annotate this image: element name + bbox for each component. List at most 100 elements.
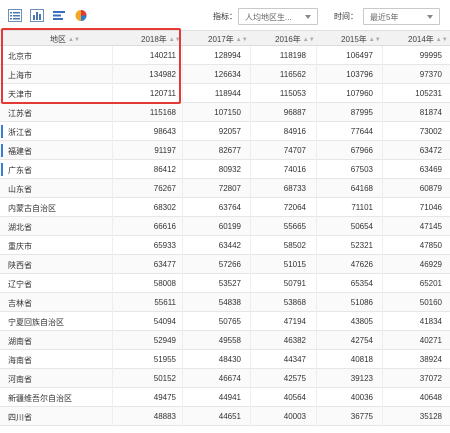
table-row[interactable]: 山东省 76267 72807 68733 64168 60879 bbox=[0, 179, 450, 198]
column-header-2017[interactable]: 2017年 ▲▼ bbox=[208, 34, 248, 45]
column-divider bbox=[182, 255, 183, 274]
column-divider bbox=[250, 65, 251, 84]
value-cell: 38924 bbox=[419, 355, 442, 364]
column-divider bbox=[112, 217, 113, 236]
table-row[interactable]: 海南省 51955 48430 44347 40818 38924 bbox=[0, 350, 450, 369]
chevron-down-icon bbox=[427, 15, 433, 19]
table-row[interactable]: 四川省 48883 44651 40003 36775 35128 bbox=[0, 407, 450, 426]
table-row[interactable]: 辽宁省 58008 53527 50791 65354 65201 bbox=[0, 274, 450, 293]
table-row[interactable]: 湖北省 66616 60199 55665 50654 47145 bbox=[0, 217, 450, 236]
column-divider bbox=[182, 160, 183, 179]
column-header-2014[interactable]: 2014年 ▲▼ bbox=[408, 34, 448, 45]
horizontal-bar-icon[interactable] bbox=[52, 9, 66, 22]
table-row[interactable]: 江苏省 115168 107150 96887 87995 81874 bbox=[0, 103, 450, 122]
column-header-2018[interactable]: 2018年 ▲▼ bbox=[141, 34, 181, 45]
column-divider bbox=[182, 65, 183, 84]
value-cell: 46674 bbox=[218, 374, 241, 383]
column-divider bbox=[316, 350, 317, 369]
time-select[interactable]: 最近5年 bbox=[363, 8, 440, 25]
value-cell: 63472 bbox=[419, 146, 442, 155]
column-divider bbox=[112, 274, 113, 293]
column-divider bbox=[250, 160, 251, 179]
column-divider bbox=[250, 103, 251, 122]
column-divider bbox=[250, 217, 251, 236]
column-divider bbox=[250, 84, 251, 103]
column-header-2015[interactable]: 2015年 ▲▼ bbox=[341, 34, 381, 45]
column-divider bbox=[182, 141, 183, 160]
value-cell: 120711 bbox=[149, 89, 176, 98]
value-cell: 36775 bbox=[350, 412, 373, 421]
table-row[interactable]: 重庆市 65933 63442 58502 52321 47850 bbox=[0, 236, 450, 255]
region-cell: 新疆维吾尔自治区 bbox=[8, 394, 72, 403]
value-cell: 47194 bbox=[283, 317, 306, 326]
value-cell: 72064 bbox=[283, 203, 306, 212]
table-row[interactable]: 上海市 134982 126634 116562 103796 97370 bbox=[0, 65, 450, 84]
table-row[interactable]: 湖南省 52949 49558 46382 42754 40271 bbox=[0, 331, 450, 350]
table-row[interactable]: 北京市 140211 128994 118198 106497 99995 bbox=[0, 46, 450, 65]
value-cell: 77644 bbox=[350, 127, 373, 136]
column-divider bbox=[182, 84, 183, 103]
table-row[interactable]: 福建省 91197 82677 74707 67966 63472 bbox=[0, 141, 450, 160]
value-cell: 50654 bbox=[350, 222, 373, 231]
column-divider bbox=[382, 198, 383, 217]
value-cell: 92057 bbox=[218, 127, 241, 136]
column-divider bbox=[382, 217, 383, 236]
sort-icon: ▲▼ bbox=[235, 37, 248, 43]
value-cell: 60879 bbox=[419, 184, 442, 193]
value-cell: 65354 bbox=[350, 279, 373, 288]
value-cell: 47145 bbox=[419, 222, 442, 231]
table-row[interactable]: 新疆维吾尔自治区 49475 44941 40564 40036 40648 bbox=[0, 388, 450, 407]
column-divider bbox=[182, 236, 183, 255]
value-cell: 40003 bbox=[283, 412, 306, 421]
table-row[interactable]: 浙江省 98643 92057 84916 77644 73002 bbox=[0, 122, 450, 141]
value-cell: 51015 bbox=[283, 260, 306, 269]
region-cell: 海南省 bbox=[8, 356, 32, 365]
column-divider bbox=[250, 274, 251, 293]
pie-chart-icon[interactable] bbox=[74, 9, 88, 22]
column-divider bbox=[112, 122, 113, 141]
value-cell: 134982 bbox=[149, 70, 176, 79]
column-divider bbox=[112, 141, 113, 160]
column-divider bbox=[316, 198, 317, 217]
value-cell: 74707 bbox=[283, 146, 306, 155]
value-cell: 71046 bbox=[419, 203, 442, 212]
sort-icon: ▲▼ bbox=[68, 37, 80, 43]
value-cell: 58502 bbox=[283, 241, 306, 250]
column-divider bbox=[112, 312, 113, 331]
column-divider bbox=[112, 388, 113, 407]
column-divider bbox=[382, 312, 383, 331]
time-label: 时间： bbox=[334, 12, 358, 21]
toolbar: 指标： 人均地区生... 时间： 最近5年 bbox=[0, 0, 450, 30]
indicator-select[interactable]: 人均地区生... bbox=[238, 8, 318, 25]
column-divider bbox=[316, 274, 317, 293]
bar-chart-icon[interactable] bbox=[30, 9, 44, 22]
value-cell: 71101 bbox=[351, 203, 373, 212]
value-cell: 115053 bbox=[279, 89, 306, 98]
value-cell: 47850 bbox=[419, 241, 442, 250]
list-view-icon[interactable] bbox=[8, 9, 22, 22]
value-cell: 41834 bbox=[419, 317, 442, 326]
chevron-down-icon bbox=[305, 15, 311, 19]
table-row[interactable]: 吉林省 55611 54838 53868 51086 50160 bbox=[0, 293, 450, 312]
table-row[interactable]: 天津市 120711 118944 115053 107960 105231 bbox=[0, 84, 450, 103]
column-header-region[interactable]: 地区 ▲▼ bbox=[50, 34, 80, 45]
value-cell: 48430 bbox=[218, 355, 241, 364]
value-cell: 60199 bbox=[218, 222, 241, 231]
column-header-2016[interactable]: 2016年 ▲▼ bbox=[275, 34, 315, 45]
column-divider bbox=[250, 255, 251, 274]
table-row[interactable]: 陕西省 63477 57266 51015 47626 46929 bbox=[0, 255, 450, 274]
value-cell: 64168 bbox=[350, 184, 373, 193]
column-divider bbox=[182, 312, 183, 331]
table-row[interactable]: 宁夏回族自治区 54094 50765 47194 43805 41834 bbox=[0, 312, 450, 331]
value-cell: 76267 bbox=[153, 184, 176, 193]
table-row[interactable]: 内蒙古自治区 68302 63764 72064 71101 71046 bbox=[0, 198, 450, 217]
column-divider bbox=[382, 350, 383, 369]
value-cell: 96887 bbox=[283, 108, 306, 117]
value-cell: 48883 bbox=[153, 412, 176, 421]
table-row[interactable]: 广东省 86412 80932 74016 67503 63469 bbox=[0, 160, 450, 179]
column-divider bbox=[182, 122, 183, 141]
column-divider bbox=[316, 236, 317, 255]
column-divider bbox=[112, 103, 113, 122]
column-divider bbox=[250, 293, 251, 312]
table-row[interactable]: 河南省 50152 46674 42575 39123 37072 bbox=[0, 369, 450, 388]
